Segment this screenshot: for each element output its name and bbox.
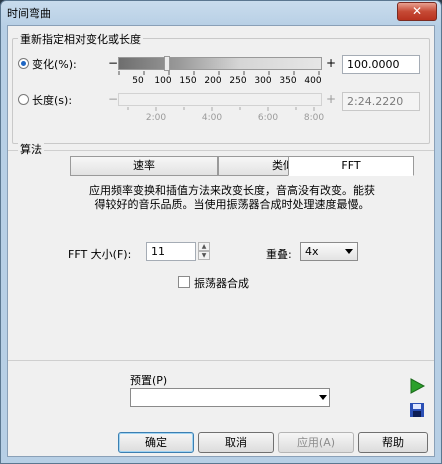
change-ticks — [118, 71, 320, 75]
help-button[interactable]: 帮助 — [358, 432, 428, 453]
tick-label: 400 — [304, 76, 322, 86]
length-decrement-icon[interactable]: − — [108, 93, 118, 105]
change-decrement-icon[interactable]: − — [108, 57, 118, 69]
preset-combo[interactable] — [130, 388, 330, 407]
length-ticks — [127, 107, 315, 111]
change-value-input[interactable]: 100.0000 — [342, 55, 420, 74]
algorithm-separator — [8, 150, 434, 151]
play-icon — [410, 378, 426, 394]
tab-fft[interactable]: FFT — [288, 156, 414, 176]
oscillator-checkbox[interactable] — [178, 276, 190, 288]
apply-button[interactable]: 应用(A) — [278, 432, 354, 453]
window-title: 时间弯曲 — [7, 7, 51, 20]
spin-down-icon[interactable]: ▼ — [198, 251, 210, 260]
tick-label: 6:00 — [257, 113, 279, 123]
tick-label: 4:00 — [201, 113, 223, 123]
preset-separator — [8, 360, 434, 361]
chevron-down-icon — [319, 395, 327, 400]
description-line-1: 应用频率变换和插值方法来改变长度，音高没有改变。能获 — [89, 184, 375, 197]
dialog-body: 重新指定相对变化或长度 变化(%): − + 50 100 150 200 25… — [7, 25, 435, 457]
save-icon — [410, 403, 424, 417]
length-increment-icon[interactable]: + — [326, 93, 336, 105]
title-bar[interactable]: 时间弯曲 ✕ — [1, 1, 441, 25]
overlap-value: 4x — [305, 245, 319, 258]
spin-up-icon[interactable]: ▲ — [198, 242, 210, 251]
change-label: 变化(%): — [32, 58, 77, 71]
range-groupbox — [12, 38, 430, 144]
range-group-title: 重新指定相对变化或长度 — [18, 31, 143, 47]
ok-button[interactable]: 确定 — [118, 432, 194, 453]
tick-label: 100 — [154, 76, 172, 86]
tick-label: 150 — [179, 76, 197, 86]
tick-label: 50 — [132, 76, 144, 86]
tab-rate[interactable]: 速率 — [70, 156, 218, 176]
overlap-select[interactable]: 4x — [300, 242, 358, 261]
preset-label: 预置(P) — [130, 374, 168, 387]
chevron-down-icon — [345, 249, 353, 254]
change-radio[interactable] — [18, 58, 29, 69]
tick-label: 200 — [204, 76, 222, 86]
change-increment-icon[interactable]: + — [326, 57, 336, 69]
length-label: 长度(s): — [32, 94, 73, 107]
length-value-input[interactable]: 2:24.2220 — [342, 92, 420, 111]
save-preset-button[interactable] — [406, 400, 428, 420]
dialog-window: 时间弯曲 ✕ 重新指定相对变化或长度 变化(%): − + 50 100 150… — [0, 0, 442, 464]
tick-label: 8:00 — [303, 113, 325, 123]
oscillator-label: 振荡器合成 — [194, 277, 249, 290]
tick-label: 250 — [229, 76, 247, 86]
description-line-2: 得较好的音乐品质。当使用振荡器合成时处理速度最慢。 — [94, 198, 370, 211]
algorithm-group-title: 算法 — [18, 141, 44, 157]
length-radio[interactable] — [18, 94, 29, 105]
tick-label: 2:00 — [145, 113, 167, 123]
close-button[interactable]: ✕ — [397, 2, 437, 21]
length-slider-track[interactable] — [118, 93, 322, 106]
play-preview-button[interactable] — [406, 376, 428, 396]
tick-label: 300 — [254, 76, 272, 86]
overlap-label: 重叠: — [266, 248, 292, 261]
tick-label: 350 — [279, 76, 297, 86]
cancel-button[interactable]: 取消 — [198, 432, 274, 453]
fft-size-label: FFT 大小(F): — [68, 248, 132, 261]
change-slider-track[interactable] — [118, 57, 322, 70]
fft-size-input[interactable]: 11 — [146, 242, 196, 261]
algorithm-description: 应用频率变换和插值方法来改变长度，音高没有改变。能获 得较好的音乐品质。当使用振… — [52, 184, 412, 212]
fft-size-spinner[interactable]: ▲ ▼ — [198, 242, 210, 261]
change-slider-thumb[interactable] — [164, 56, 170, 71]
